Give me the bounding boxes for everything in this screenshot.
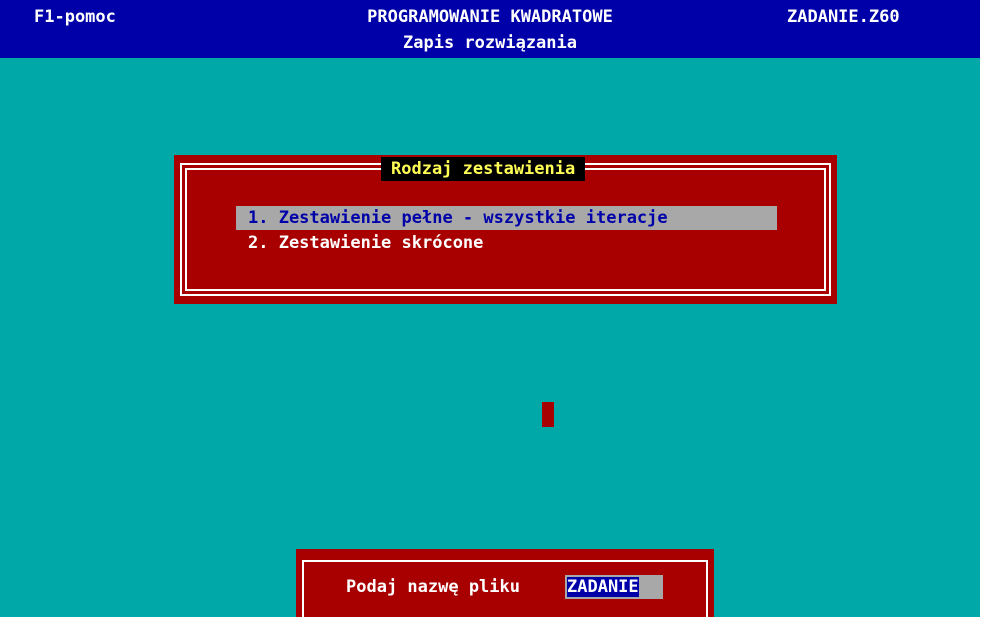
header-bar: F1-pomoc PROGRAMOWANIE KWADRATOWE Zapis … [0,0,980,58]
filename-input[interactable]: ZADANIE [565,575,663,599]
dos-screen: F1-pomoc PROGRAMOWANIE KWADRATOWE Zapis … [0,0,980,617]
filename-prompt-label: Podaj nazwę pliku [346,577,520,597]
file-name-label: ZADANIE.Z60 [787,7,900,27]
dialog-title: Rodzaj zestawienia [381,157,586,181]
filename-prompt-box: Podaj nazwę pliku ZADANIE [296,549,714,617]
report-type-dialog: Rodzaj zestawienia 1. Zestawienie pełne … [174,155,837,304]
menu-item-short-report[interactable]: 2. Zestawienie skrócone [236,231,483,255]
screen-subtitle: Zapis rozwiązania [403,33,577,53]
text-cursor [542,402,554,427]
filename-value: ZADANIE [567,577,639,597]
menu-item-full-report[interactable]: 1. Zestawienie pełne - wszystkie iteracj… [236,206,777,230]
